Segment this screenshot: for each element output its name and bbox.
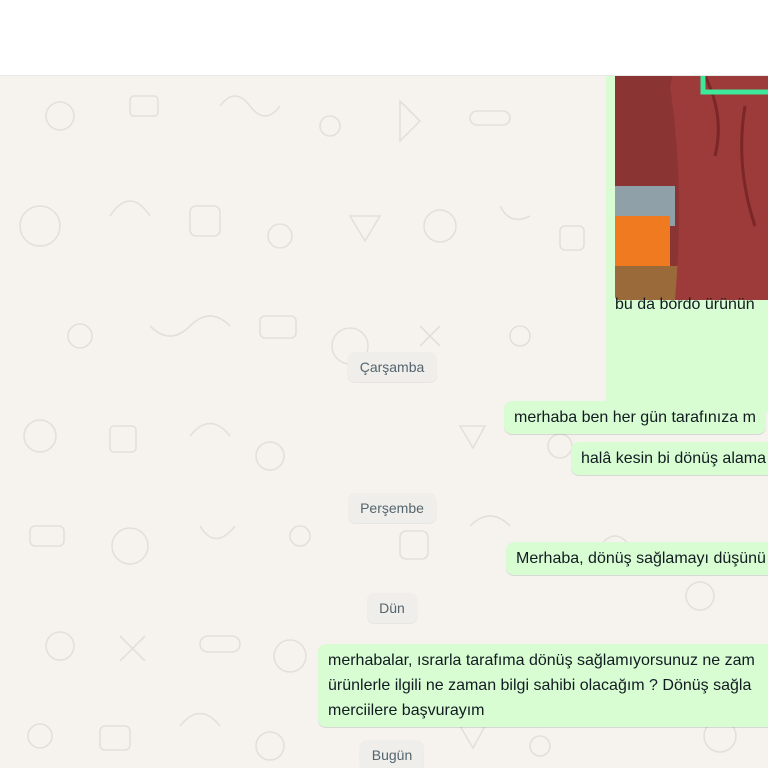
message-text: Merhaba, dönüş sağlamayı düşünü bbox=[516, 550, 766, 567]
date-separator-yesterday: Dün bbox=[367, 593, 417, 623]
message-bubble[interactable]: merhaba ben her gün tarafınıza m bbox=[504, 401, 766, 434]
date-separator-wednesday: Çarşamba bbox=[347, 352, 437, 382]
image-message-bubble[interactable]: bu da bordo ürünün bbox=[606, 76, 768, 412]
date-separator-today: Bugün bbox=[359, 740, 425, 768]
message-text-line: merhabalar, ısrarla tarafıma dönüş sağla… bbox=[328, 652, 755, 669]
message-text-line: merciilere başvurayım bbox=[328, 702, 485, 719]
chat-header bbox=[0, 0, 768, 76]
image-attachment[interactable] bbox=[615, 76, 768, 300]
chat-message-area[interactable]: bu da bordo ürünün Çarşamba merhaba ben … bbox=[0, 76, 768, 768]
message-bubble[interactable]: halâ kesin bi dönüş alama bbox=[571, 442, 768, 475]
date-separator-thursday: Perşembe bbox=[348, 493, 436, 523]
photo-content bbox=[615, 76, 768, 300]
image-caption: bu da bordo ürünün bbox=[615, 296, 755, 313]
message-text: merhaba ben her gün tarafınıza m bbox=[514, 409, 756, 426]
message-bubble[interactable]: merhabalar, ısrarla tarafıma dönüş sağla… bbox=[318, 644, 768, 727]
message-text: halâ kesin bi dönüş alama bbox=[581, 450, 767, 467]
message-text-line: ürünlerle ilgili ne zaman bilgi sahibi o… bbox=[328, 677, 752, 694]
message-bubble[interactable]: Merhaba, dönüş sağlamayı düşünü bbox=[506, 542, 768, 575]
